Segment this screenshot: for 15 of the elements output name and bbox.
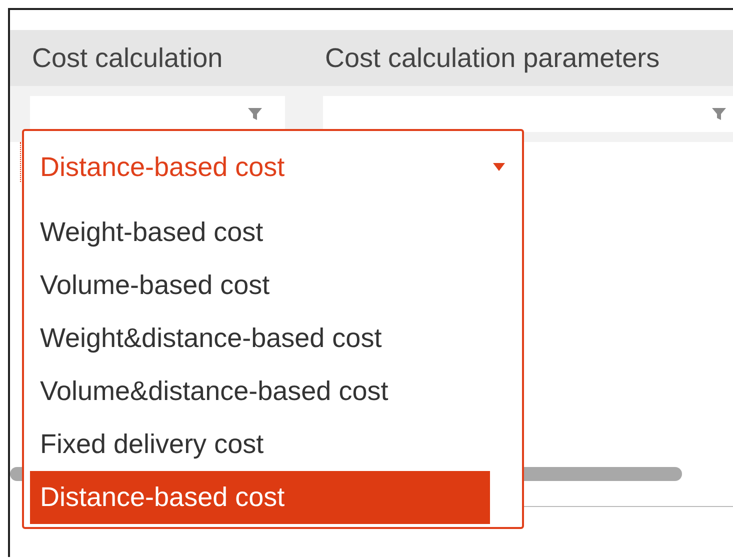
filter-icon[interactable] xyxy=(711,106,727,122)
column-header[interactable]: Cost calculation parameters xyxy=(325,42,660,74)
caret-icon[interactable] xyxy=(492,162,506,172)
dropdown-option[interactable]: Weight&distance-based cost xyxy=(30,312,470,365)
dropdown[interactable]: Distance-based cost Weight-based cost Volume-based cost Weight&distance-based cost Volume&distance-based cost Fixed delivery cost Distance-based cost xyxy=(22,129,524,529)
dropdown-option[interactable]: Volume&distance-based cost xyxy=(30,365,470,418)
filter-field[interactable] xyxy=(323,96,733,132)
dropdown-option[interactable]: Distance-based cost xyxy=(30,471,490,524)
filter-icon[interactable] xyxy=(247,106,263,122)
column-header[interactable]: Cost calculation xyxy=(32,42,325,74)
dropdown-value: Distance-based cost xyxy=(40,152,285,182)
dropdown-option[interactable]: Volume-based cost xyxy=(30,259,470,312)
dropdown-option[interactable]: Fixed delivery cost xyxy=(30,418,470,471)
dropdown-option[interactable]: Weight-based cost xyxy=(30,206,470,259)
filter-field[interactable] xyxy=(30,96,285,132)
